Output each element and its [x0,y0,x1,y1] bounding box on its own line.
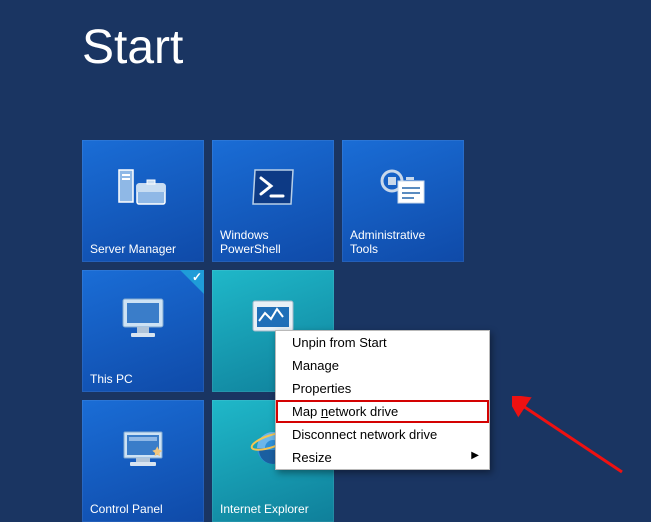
tile-admin-tools[interactable]: Administrative Tools [342,140,464,262]
tile-label: This PC [90,372,196,386]
ctx-properties[interactable]: Properties [276,377,489,400]
admin-tools-icon [342,158,464,218]
tile-control-panel[interactable]: Control Panel [82,400,204,522]
server-manager-icon [82,158,204,218]
tile-server-manager[interactable]: Server Manager [82,140,204,262]
annotation-arrow [512,396,632,476]
tile-label: Server Manager [90,242,196,256]
tile-this-pc[interactable]: This PC [82,270,204,392]
tile-label: Internet Explorer [220,502,326,516]
tile-powershell[interactable]: Windows PowerShell [212,140,334,262]
ctx-unpin[interactable]: Unpin from Start [276,331,489,354]
this-pc-icon [82,288,204,348]
powershell-icon [212,158,334,218]
ctx-resize[interactable]: Resize ▶ [276,446,489,469]
control-panel-icon [82,418,204,478]
tile-label: Windows PowerShell [220,228,326,256]
submenu-arrow-icon: ▶ [471,450,479,461]
ctx-manage[interactable]: Manage [276,354,489,377]
start-title: Start [82,20,183,75]
tile-label: Control Panel [90,502,196,516]
context-menu: Unpin from Start Manage Properties Map n… [275,330,490,470]
ctx-disconnect-network-drive[interactable]: Disconnect network drive [276,423,489,446]
ctx-map-network-drive[interactable]: Map network drive [276,400,489,423]
tile-label: Administrative Tools [350,228,456,256]
ctx-resize-label: Resize [292,450,332,465]
